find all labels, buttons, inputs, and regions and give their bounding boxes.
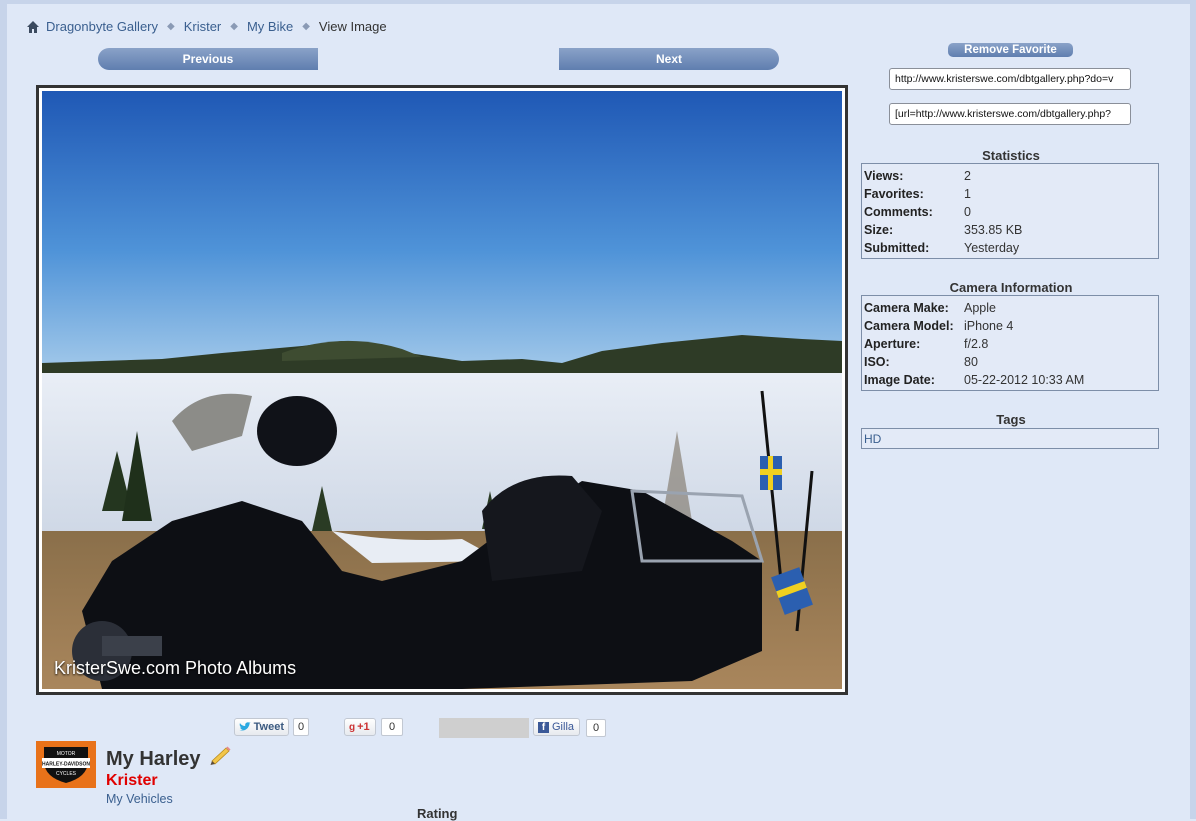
- camera-label: Camera Make:: [864, 301, 949, 315]
- stat-value: 1: [964, 187, 971, 201]
- share-placeholder: [439, 718, 529, 738]
- stat-label: Comments:: [864, 205, 933, 219]
- breadcrumb-link-gallery[interactable]: Dragonbyte Gallery: [46, 19, 158, 34]
- camera-value: Apple: [964, 301, 996, 315]
- gplus-icon: g: [349, 721, 356, 733]
- main-image[interactable]: KristerSwe.com Photo Albums: [42, 91, 842, 689]
- camera-row-make: Camera Make: Apple: [862, 299, 1158, 317]
- gplus-count: 0: [381, 718, 403, 736]
- stat-value: 2: [964, 169, 971, 183]
- stat-label: Size:: [864, 223, 894, 237]
- stat-row-views: Views: 2: [862, 167, 1158, 185]
- window-right-border: [1190, 0, 1196, 819]
- home-icon[interactable]: [26, 20, 40, 34]
- camera-info-table: Camera Make: Apple Camera Model: iPhone …: [861, 295, 1159, 391]
- stat-row-submitted: Submitted: Yesterday: [862, 239, 1158, 257]
- camera-label: Image Date:: [864, 373, 935, 387]
- stat-row-comments: Comments: 0: [862, 203, 1158, 221]
- logo-text-top: MOTOR: [57, 751, 76, 757]
- previous-button[interactable]: Previous: [98, 48, 318, 70]
- window-top-border: [0, 0, 1196, 4]
- album-category-link[interactable]: My Vehicles: [106, 792, 173, 806]
- facebook-like-button[interactable]: f Gilla: [533, 718, 580, 736]
- main-image-frame: KristerSwe.com Photo Albums: [36, 85, 848, 695]
- gplus-label: +1: [357, 721, 370, 733]
- breadcrumb: Dragonbyte Gallery ◆ Krister ◆ My Bike ◆…: [26, 19, 387, 34]
- camera-value: 80: [964, 355, 978, 369]
- camera-value: f/2.8: [964, 337, 989, 351]
- edit-pencil-icon[interactable]: [208, 745, 232, 765]
- camera-info-title: Camera Information: [949, 280, 1073, 295]
- breadcrumb-link-user[interactable]: Krister: [184, 19, 222, 34]
- gplus-button[interactable]: g +1: [344, 718, 376, 736]
- camera-value: iPhone 4: [964, 319, 1014, 333]
- stat-label: Favorites:: [864, 187, 924, 201]
- tweet-count: 0: [293, 718, 309, 736]
- album-title: My Harley: [106, 748, 201, 770]
- logo-text-bottom: CYCLES: [56, 771, 77, 777]
- window-left-border: [0, 0, 7, 819]
- breadcrumb-separator-icon: ◆: [167, 21, 175, 32]
- camera-row-image-date: Image Date: 05-22-2012 10:33 AM: [862, 371, 1158, 389]
- breadcrumb-separator-icon: ◆: [302, 21, 310, 32]
- logo-text-middle: HARLEY-DAVIDSON: [42, 762, 90, 768]
- statistics-title: Statistics: [982, 148, 1040, 163]
- facebook-count: 0: [586, 719, 606, 737]
- motorcycle-photo: [42, 91, 842, 689]
- stat-value: 353.85 KB: [964, 223, 1023, 237]
- camera-row-aperture: Aperture: f/2.8: [862, 335, 1158, 353]
- tweet-label: Tweet: [253, 721, 284, 733]
- stat-row-favorites: Favorites: 1: [862, 185, 1158, 203]
- camera-row-model: Camera Model: iPhone 4: [862, 317, 1158, 335]
- remove-favorite-button[interactable]: Remove Favorite: [948, 43, 1073, 57]
- camera-label: ISO:: [864, 355, 890, 369]
- album-owner-link[interactable]: Krister: [106, 772, 158, 790]
- camera-label: Camera Model:: [864, 319, 954, 333]
- tags-title: Tags: [996, 412, 1026, 427]
- twitter-icon: [239, 722, 251, 731]
- facebook-icon: f: [538, 721, 549, 733]
- facebook-label: Gilla: [552, 721, 575, 733]
- tweet-button[interactable]: Tweet: [234, 718, 289, 736]
- camera-row-iso: ISO: 80: [862, 353, 1158, 371]
- breadcrumb-current: View Image: [318, 19, 387, 34]
- next-button[interactable]: Next: [559, 48, 779, 70]
- breadcrumb-link-album[interactable]: My Bike: [247, 19, 293, 34]
- image-watermark: KristerSwe.com Photo Albums: [54, 658, 297, 678]
- stat-value: 0: [964, 205, 971, 219]
- camera-label: Aperture:: [864, 337, 921, 351]
- stat-value: Yesterday: [964, 241, 1020, 255]
- stat-label: Submitted:: [864, 241, 930, 255]
- tags-box: HD: [861, 428, 1159, 449]
- camera-value: 05-22-2012 10:33 AM: [964, 373, 1085, 387]
- bbcode-url-field[interactable]: [889, 103, 1131, 125]
- harley-davidson-logo[interactable]: MOTOR HARLEY-DAVIDSON CYCLES: [36, 741, 96, 788]
- tag-link[interactable]: HD: [864, 432, 881, 446]
- stat-label: Views:: [864, 169, 904, 183]
- statistics-table: Views: 2 Favorites: 1 Comments: 0 Size: …: [861, 163, 1159, 259]
- breadcrumb-separator-icon: ◆: [230, 21, 238, 32]
- image-url-field[interactable]: [889, 68, 1131, 90]
- stat-row-size: Size: 353.85 KB: [862, 221, 1158, 239]
